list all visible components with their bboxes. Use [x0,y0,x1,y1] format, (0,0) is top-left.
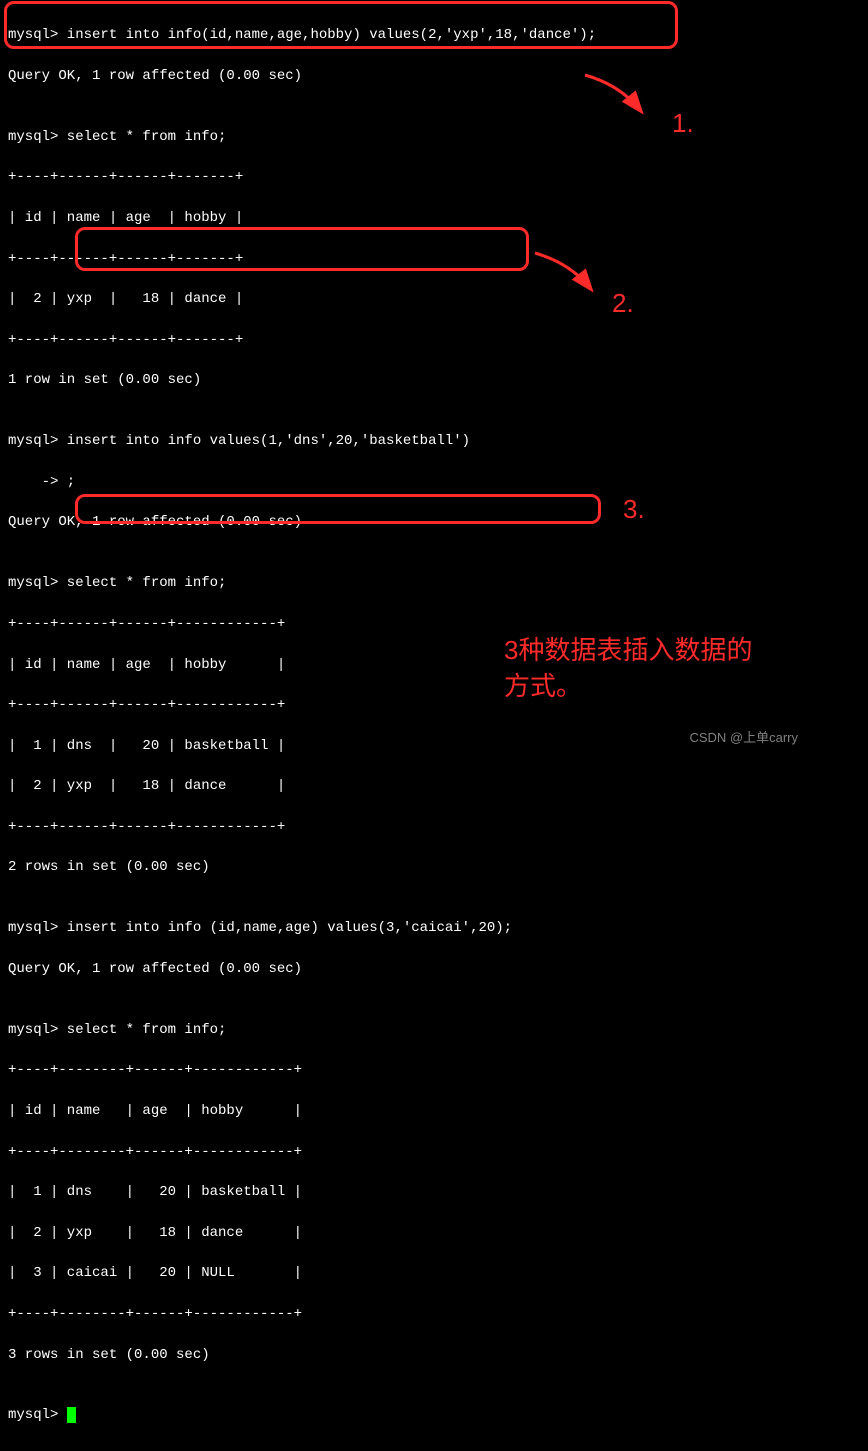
table-border: +----+--------+------+------------+ [8,1060,860,1080]
table-border: +----+------+------+-------+ [8,167,860,187]
table-row: | 1 | dns | 20 | basketball | [8,1182,860,1202]
prompt-text: mysql> [8,1407,67,1423]
sql-line: mysql> insert into info values(1,'dns',2… [8,431,860,451]
table-border: +----+--------+------+------------+ [8,1142,860,1162]
table-row: | 2 | yxp | 18 | dance | [8,1223,860,1243]
sql-line: mysql> select * from info; [8,1020,860,1040]
table-border: +----+------+------+------------+ [8,817,860,837]
annotation-note-line: 方式。 [504,668,752,704]
sql-line: mysql> insert into info(id,name,age,hobb… [8,25,860,45]
table-row: | 2 | yxp | 18 | dance | [8,776,860,796]
table-header: | id | name | age | hobby | [8,208,860,228]
annotation-note: 3种数据表插入数据的 方式。 [504,632,752,705]
table-header: | id | name | age | hobby | [8,1101,860,1121]
result-line: 2 rows in set (0.00 sec) [8,857,860,877]
sql-line: mysql> select * from info; [8,573,860,593]
annotation-number-3: 3. [623,494,645,525]
table-border: +----+------+------+-------+ [8,330,860,350]
sql-line: mysql> select * from info; [8,127,860,147]
annotation-number-1: 1. [672,108,694,139]
annotation-note-line: 3种数据表插入数据的 [504,632,752,668]
watermark: CSDN @上单carry [689,727,798,746]
cursor-icon [67,1407,76,1423]
table-border: +----+--------+------+------------+ [8,1304,860,1324]
sql-line: -> ; [8,472,860,492]
sql-line: mysql> insert into info (id,name,age) va… [8,918,860,938]
result-line: Query OK, 1 row affected (0.00 sec) [8,959,860,979]
result-line: 3 rows in set (0.00 sec) [8,1345,860,1365]
result-line: 1 row in set (0.00 sec) [8,370,860,390]
table-border: +----+------+------+-------+ [8,249,860,269]
table-row: | 3 | caicai | 20 | NULL | [8,1263,860,1283]
result-line: Query OK, 1 row affected (0.00 sec) [8,512,860,532]
result-line: Query OK, 1 row affected (0.00 sec) [8,66,860,86]
annotation-number-2: 2. [612,288,634,319]
mysql-terminal[interactable]: mysql> insert into info(id,name,age,hobb… [0,0,868,1451]
prompt-line[interactable]: mysql> [8,1405,860,1425]
table-row: | 2 | yxp | 18 | dance | [8,289,860,309]
